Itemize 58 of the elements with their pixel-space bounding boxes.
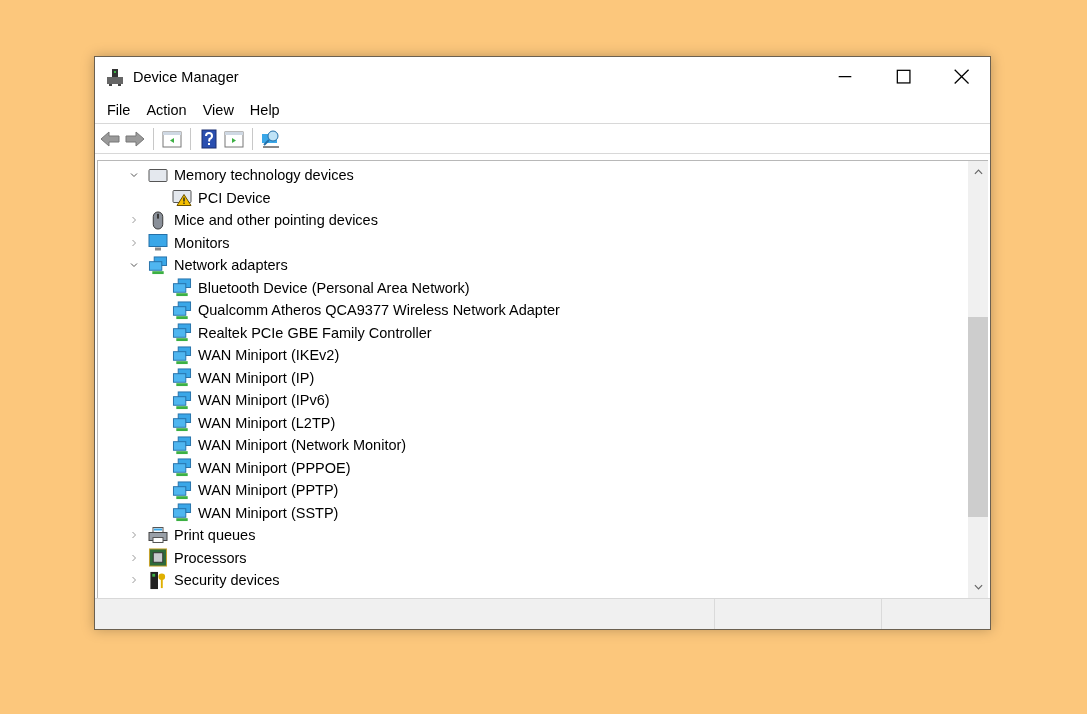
collapse-chevron-icon[interactable] (130, 171, 138, 180)
console-tree-icon[interactable] (161, 128, 183, 149)
network-icon (172, 300, 192, 320)
device-manager-icon (105, 66, 125, 87)
tree-item[interactable]: WAN Miniport (IKEv2) (198, 347, 340, 364)
expand-chevron-icon[interactable] (130, 238, 138, 247)
menu-item[interactable]: View (196, 101, 240, 118)
tree-item[interactable]: WAN Miniport (Network Monitor) (198, 437, 407, 454)
tree-item[interactable]: PCI Device (198, 189, 271, 206)
scrollbar[interactable] (968, 161, 988, 598)
tree-item[interactable]: Processors (174, 549, 247, 566)
forward-arrow-icon[interactable] (124, 128, 146, 149)
expand-chevron-icon[interactable] (130, 216, 138, 225)
menu-item[interactable]: Help (243, 101, 286, 118)
scan-monitor-icon[interactable] (260, 128, 282, 149)
tree-item[interactable]: Bluetooth Device (Personal Area Network) (198, 279, 470, 296)
network-icon (172, 368, 192, 388)
expand-chevron-icon[interactable] (130, 553, 138, 562)
tree-item[interactable]: WAN Miniport (IPv6) (198, 392, 330, 409)
expand-chevron-icon[interactable] (130, 531, 138, 540)
tree-item[interactable]: WAN Miniport (IP) (198, 369, 315, 386)
tree-item[interactable]: Security devices (174, 572, 280, 589)
scrollbar-thumb[interactable] (968, 316, 988, 518)
menu-item[interactable]: File (101, 101, 137, 118)
printer-icon (148, 525, 168, 545)
scroll-down-icon[interactable] (973, 584, 983, 590)
collapse-chevron-icon[interactable] (130, 261, 138, 270)
tree-item[interactable]: Realtek PCIe GBE Family Controller (198, 324, 432, 341)
network-icon (172, 413, 192, 433)
network-icon (172, 503, 192, 523)
tree-item[interactable]: WAN Miniport (PPTP) (198, 482, 339, 499)
scroll-up-icon[interactable] (973, 169, 983, 175)
network-icon (172, 435, 192, 455)
network-icon (172, 278, 192, 298)
network-icon (172, 390, 192, 410)
tree-item[interactable]: WAN Miniport (PPPOE) (198, 459, 351, 476)
network-icon (172, 345, 192, 365)
tree-item[interactable]: Print queues (174, 527, 256, 544)
window-title: Device Manager (133, 68, 239, 85)
tree-item[interactable]: WAN Miniport (L2TP) (198, 414, 336, 431)
tree-item[interactable]: Mice and other pointing devices (174, 212, 378, 229)
tree-item[interactable]: Network adapters (174, 257, 288, 274)
monitor-icon (148, 233, 168, 253)
processor-chip-icon (148, 548, 168, 568)
network-icon (172, 480, 192, 500)
tree-item[interactable]: Memory technology devices (174, 167, 354, 184)
network-icon (172, 458, 192, 478)
network-icon (148, 255, 168, 275)
help-icon[interactable] (198, 128, 220, 149)
expand-chevron-icon[interactable] (130, 576, 138, 585)
warning-device-icon (172, 188, 192, 208)
menu-item[interactable]: Action (140, 101, 193, 118)
key-device-icon (148, 570, 168, 590)
network-icon (172, 323, 192, 343)
tree-item[interactable]: WAN Miniport (SSTP) (198, 504, 339, 521)
tree-item[interactable]: Qualcomm Atheros QCA9377 Wireless Network Adapter (198, 302, 560, 319)
tree-item[interactable]: Monitors (174, 234, 230, 251)
back-arrow-icon[interactable] (99, 128, 121, 149)
